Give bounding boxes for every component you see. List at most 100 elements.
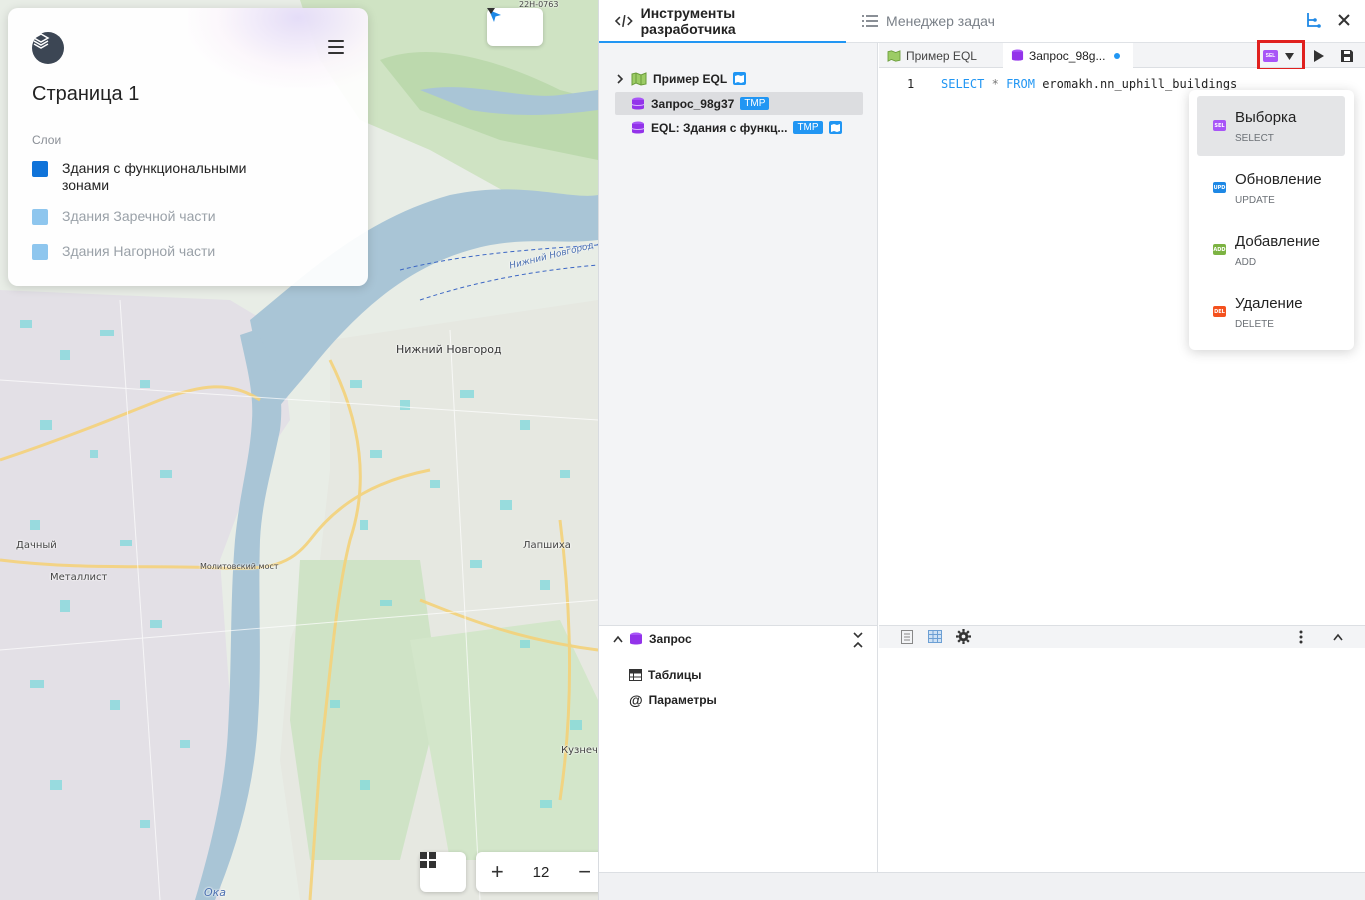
layer-label: Здания Нагорной части — [62, 243, 216, 259]
tmp-badge: TMP — [740, 97, 770, 110]
menu-item-subtitle: DELETE — [1235, 319, 1274, 330]
menu-item-title: Добавление — [1235, 233, 1320, 250]
menu-item-title: Удаление — [1235, 295, 1303, 312]
at-icon: @ — [629, 692, 643, 708]
save-icon[interactable] — [1340, 49, 1354, 63]
tree-item-query[interactable]: Запрос_98g37 TMP — [615, 92, 863, 115]
tree-item-label: EQL: Здания с функц... — [651, 120, 788, 135]
layer-item[interactable]: Здания Заречной части — [32, 208, 262, 225]
close-icon[interactable] — [1337, 13, 1351, 27]
menu-item-delete[interactable]: DEL Удаление DELETE — [1197, 282, 1345, 342]
more-vertical-icon[interactable] — [1299, 630, 1303, 644]
delete-badge-icon: DEL — [1213, 306, 1226, 317]
list-icon — [862, 15, 878, 27]
layer-label: Здания Заречной части — [62, 208, 216, 224]
tab-label: Инструменты разработчика — [640, 5, 736, 37]
chevron-down-icon — [487, 8, 495, 14]
map-label-bridge: Молитовский мост — [200, 562, 279, 571]
editor-tab-label: Пример EQL — [906, 48, 977, 63]
map-badge-icon — [828, 121, 842, 134]
sql-operator: * — [991, 77, 999, 91]
map-label-place: Металлист — [50, 572, 108, 583]
editor-tab-query[interactable]: Запрос_98g... — [1003, 43, 1133, 68]
menu-item-subtitle: UPDATE — [1235, 195, 1275, 206]
tree-structure-icon[interactable] — [1305, 12, 1321, 28]
map-label-place: Лапшиха — [523, 540, 571, 551]
layer-swatch — [32, 161, 48, 177]
sql-keyword: SELECT — [941, 77, 985, 91]
menu-item-subtitle: SELECT — [1235, 133, 1274, 144]
editor-tab-label: Запрос_98g... — [1029, 48, 1106, 63]
document-icon[interactable] — [901, 630, 913, 644]
tab-developer-tools[interactable]: Инструменты разработчика — [599, 0, 846, 43]
update-badge-icon: UPD — [1213, 182, 1226, 193]
layer-item[interactable]: Здания Нагорной части — [32, 243, 262, 260]
results-panel — [879, 625, 1365, 872]
query-type-menu: SEL Выборка SELECT UPD Обновление UPDATE… — [1189, 90, 1354, 350]
page-title: Страница 1 — [32, 83, 140, 105]
tab-label: Менеджер задач — [886, 13, 995, 29]
menu-item-title: Выборка — [1235, 109, 1297, 126]
item-parameters[interactable]: @ Параметры — [629, 692, 717, 708]
database-icon — [631, 97, 645, 109]
chevron-up-icon[interactable] — [613, 635, 623, 643]
gear-icon[interactable] — [956, 629, 971, 644]
tree-item-label: Пример EQL — [653, 71, 728, 86]
layers-heading: Слои — [32, 133, 62, 147]
map-label-river: Ока — [204, 886, 227, 899]
map-label-place: Кузнечих — [561, 745, 598, 756]
basemap-grid-button[interactable] — [420, 852, 466, 892]
status-bar — [599, 872, 1365, 900]
top-tab-bar: Инструменты разработчика Менеджер задач — [599, 0, 1365, 43]
query-type-dropdown-button[interactable]: SEL — [1263, 47, 1301, 65]
add-badge-icon: ADD — [1213, 244, 1226, 255]
database-icon — [630, 632, 642, 645]
table-view-icon[interactable] — [928, 630, 942, 643]
code-icon — [615, 14, 633, 28]
map-badge-icon — [733, 72, 747, 85]
line-number: 1 — [907, 77, 915, 91]
zoom-control: + 12 − — [476, 852, 598, 892]
layer-label: Здания с функциональными зонами — [62, 160, 247, 193]
select-badge-icon: SEL — [1213, 120, 1226, 131]
sql-keyword: FROM — [1006, 77, 1035, 91]
tree-item-eql-buildings[interactable]: EQL: Здания с функц... TMP — [631, 116, 842, 139]
menu-item-subtitle: ADD — [1235, 257, 1257, 268]
map-view[interactable]: Нижний Новгород Дачный Металлист Лапшиха… — [0, 0, 598, 900]
section-query-header[interactable]: Запрос — [613, 632, 692, 646]
zoom-level: 12 — [532, 863, 550, 881]
map-label-city: Нижний Новгород — [396, 343, 502, 356]
layer-item[interactable]: Здания с функциональными зонами — [32, 160, 262, 194]
modified-dot-icon — [1114, 52, 1121, 59]
map-icon — [631, 71, 647, 86]
query-tree: Пример EQL Запрос_98g37 TMP EQL: Здания … — [599, 43, 878, 625]
minus-icon[interactable]: − — [563, 859, 598, 885]
developer-tools-panel: Инструменты разработчика Менеджер задач — [598, 0, 1365, 900]
menu-item-select[interactable]: SEL Выборка SELECT — [1197, 96, 1345, 156]
menu-item-update[interactable]: UPD Обновление UPDATE — [1197, 158, 1345, 218]
chevron-up-icon[interactable] — [1333, 633, 1343, 641]
collapse-all-icon[interactable] — [853, 632, 863, 648]
plus-icon[interactable]: + — [476, 859, 519, 885]
tmp-badge: TMP — [793, 121, 823, 134]
database-icon — [1011, 49, 1024, 61]
section-label: Запрос — [649, 632, 692, 646]
tab-task-manager[interactable]: Менеджер задач — [846, 0, 1011, 42]
menu-item-add[interactable]: ADD Добавление ADD — [1197, 220, 1345, 280]
layers-panel: Страница 1 Слои Здания с функциональными… — [8, 8, 368, 286]
run-icon[interactable] — [1313, 49, 1325, 63]
chevron-right-icon[interactable] — [615, 73, 625, 84]
menu-icon[interactable] — [328, 40, 344, 54]
grid-icon — [420, 852, 436, 868]
editor-tab-example[interactable]: Пример EQL — [879, 43, 1003, 68]
item-tables[interactable]: Таблицы — [629, 668, 701, 682]
app-logo-icon[interactable] — [32, 32, 64, 64]
item-label: Параметры — [648, 693, 717, 707]
layer-swatch — [32, 244, 48, 260]
chevron-down-icon — [1285, 52, 1294, 60]
table-icon — [629, 669, 642, 681]
map-icon — [887, 49, 901, 62]
select-tool-button[interactable] — [487, 8, 543, 46]
tree-item-example-eql[interactable]: Пример EQL — [615, 67, 747, 90]
results-toolbar — [879, 626, 1365, 648]
